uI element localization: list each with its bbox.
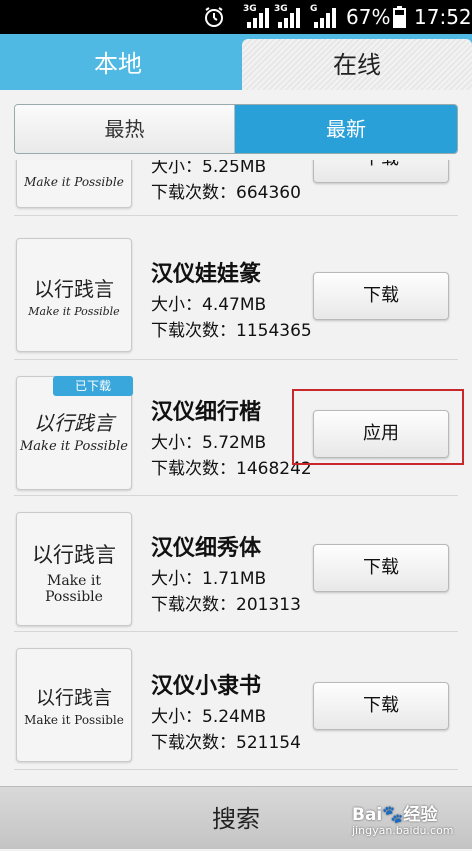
tab-online[interactable]: 在线 [242,39,472,90]
download-button[interactable]: 下载 [313,544,449,592]
font-size: 大小：5.25MB [151,160,267,177]
font-name: 汉仪细行楷 [151,400,262,425]
network-type-label: 3G [243,4,257,14]
preview-subtext: Make it Possible [45,573,103,605]
top-tab-bar: 本地 在线 [0,34,472,90]
font-size: 大小：5.24MB [151,707,267,727]
divider [14,215,458,216]
font-downloads: 下载次数：1468242 [151,459,312,479]
clock: 17:52 [414,5,472,29]
watermark-brand: Bai🐾经验 [352,805,438,825]
preview-subtext: Make it Possible [28,305,120,318]
font-preview: 以行践言 Make it Possible [16,648,132,762]
list-item: 以行践言 Make it Possible 汉仪细秀体 大小：1.71MB 下载… [0,496,472,632]
segment-newest[interactable]: 最新 [235,105,457,153]
font-size: 大小：1.71MB [151,569,267,589]
sort-segmented-control: 最热 最新 [14,104,458,154]
font-downloads: 下载次数：521154 [151,733,301,753]
download-button[interactable]: 下载 [313,272,449,320]
signal-icon: G [310,4,336,28]
font-preview: 以行践言 Make it Possible [16,238,132,352]
preview-text: 以行践言 [34,411,114,435]
network-type-label: 3G [274,4,288,14]
battery-percent: 67% [346,5,391,29]
tab-local[interactable]: 本地 [0,34,236,90]
preview-text: 以行践言 [34,277,114,301]
list-item: 以行践言 Make it Possible 大小：5.25MB 下载次数：664… [0,160,472,216]
font-preview: 以行践言 Make it Possible [16,512,132,626]
highlight-box [292,389,464,465]
battery-icon [393,6,406,28]
font-size: 大小：4.47MB [151,295,267,315]
signal-icon: 3G [243,4,269,28]
font-downloads: 下载次数：1154365 [151,321,312,341]
font-downloads: 下载次数：201313 [151,595,301,615]
downloaded-badge: 已下载 [53,376,133,396]
list-item: 以行践言 Make it Possible 汉仪小隶书 大小：5.24MB 下载… [0,634,472,770]
download-button[interactable]: 下载 [313,682,449,730]
download-button[interactable]: 下载 [313,160,449,183]
font-preview: 以行践言 Make it Possible [16,160,132,208]
status-bar: 3G 3G G 67% 17:52 [0,0,472,34]
divider [14,769,458,770]
segment-hottest[interactable]: 最热 [15,105,235,153]
font-list[interactable]: 以行践言 Make it Possible 大小：5.25MB 下载次数：664… [0,160,472,786]
list-item: 以行践言 Make it Possible 汉仪娃娃篆 大小：4.47MB 下载… [0,224,472,360]
font-name: 汉仪细秀体 [151,536,262,561]
font-downloads: 下载次数：664360 [151,183,301,203]
signal-icon: 3G [274,4,300,28]
divider [14,631,458,632]
font-preview: 已下载 以行践言 Make it Possible [16,376,133,490]
preview-subtext: Make it Possible [24,175,124,189]
font-name: 汉仪小隶书 [151,674,262,699]
preview-text: 以行践言 [32,543,116,567]
font-name: 汉仪娃娃篆 [151,262,262,287]
preview-subtext: Make it Possible [24,713,124,727]
font-size: 大小：5.72MB [151,433,267,453]
network-type-label: G [310,4,318,14]
preview-text: 以行践言 [35,687,112,709]
alarm-clock-icon [205,7,223,27]
preview-subtext: Make it Possible [20,439,128,454]
watermark-url: jingyan.baidu.com [352,824,454,837]
